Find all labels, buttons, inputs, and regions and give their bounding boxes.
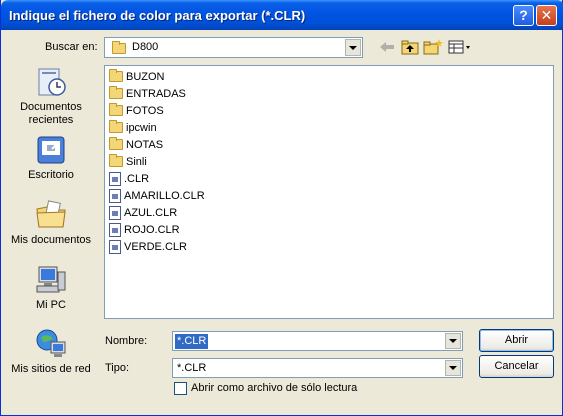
up-folder-icon[interactable] bbox=[400, 38, 420, 56]
folder-icon bbox=[109, 137, 123, 150]
help-button[interactable]: ? bbox=[513, 5, 534, 26]
list-item-label: BUZON bbox=[126, 70, 165, 83]
place-label: Mis documentos bbox=[10, 234, 92, 246]
list-item-label: ipcwin bbox=[126, 121, 157, 134]
view-menu-icon[interactable] bbox=[447, 38, 473, 56]
back-arrow-icon[interactable] bbox=[377, 38, 397, 56]
folder-icon bbox=[109, 120, 123, 133]
desktop-icon bbox=[35, 134, 67, 166]
filename-value[interactable]: *.CLR bbox=[175, 334, 209, 349]
network-places-icon bbox=[35, 328, 67, 360]
list-item-label: AZUL.CLR bbox=[124, 206, 178, 219]
folder-icon bbox=[109, 103, 123, 116]
filetype-label: Tipo: bbox=[105, 362, 130, 374]
place-recent-documents[interactable]: Documentos recientes bbox=[6, 66, 96, 127]
folder-icon bbox=[109, 154, 123, 167]
close-button[interactable]: ✕ bbox=[536, 5, 557, 26]
folder-icon bbox=[109, 86, 123, 99]
list-item-label: Sinli bbox=[126, 155, 147, 168]
list-item-label: VERDE.CLR bbox=[124, 240, 187, 253]
list-item-label: FOTOS bbox=[126, 104, 164, 117]
filename-label: Nombre: bbox=[105, 335, 148, 347]
folder-icon bbox=[112, 41, 126, 54]
place-my-documents[interactable]: Mis documentos bbox=[6, 199, 96, 247]
list-item-file[interactable]: AMARILLO.CLR bbox=[109, 187, 205, 204]
title-bar[interactable]: Indique el fichero de color para exporta… bbox=[1, 0, 563, 30]
folder-icon bbox=[109, 69, 123, 82]
place-my-computer[interactable]: Mi PC bbox=[6, 264, 96, 312]
list-item-label: NOTAS bbox=[126, 138, 164, 151]
cancel-button[interactable]: Cancelar bbox=[479, 355, 554, 378]
place-label: recientes bbox=[28, 114, 74, 126]
list-item-file[interactable]: .CLR bbox=[109, 170, 149, 187]
lookin-label: Buscar en: bbox=[45, 41, 98, 53]
list-item-file[interactable]: ROJO.CLR bbox=[109, 221, 180, 238]
chevron-down-icon[interactable] bbox=[345, 39, 361, 56]
list-item-folder[interactable]: Sinli bbox=[109, 153, 147, 170]
my-documents-icon bbox=[35, 199, 67, 231]
open-button[interactable]: Abrir bbox=[479, 329, 554, 352]
place-label: Documentos bbox=[20, 101, 82, 113]
list-item-file[interactable]: VERDE.CLR bbox=[109, 238, 187, 255]
my-computer-icon bbox=[35, 264, 67, 296]
clr-file-icon bbox=[109, 222, 121, 237]
chevron-down-icon[interactable] bbox=[445, 360, 461, 376]
lookin-value: D800 bbox=[132, 41, 159, 53]
clr-file-icon bbox=[109, 188, 121, 203]
file-dialog-window: Indique el fichero de color para exporta… bbox=[0, 0, 563, 416]
list-item-folder[interactable]: NOTAS bbox=[109, 136, 163, 153]
place-desktop[interactable]: Escritorio bbox=[6, 134, 96, 182]
readonly-checkbox[interactable] bbox=[174, 382, 187, 395]
new-folder-icon[interactable] bbox=[423, 38, 443, 56]
list-item-file[interactable]: AZUL.CLR bbox=[109, 204, 177, 221]
list-item-label: AMARILLO.CLR bbox=[124, 189, 205, 202]
filetype-value: *.CLR bbox=[177, 362, 207, 374]
clr-file-icon bbox=[109, 171, 121, 186]
list-item-folder[interactable]: ipcwin bbox=[109, 119, 157, 136]
clr-file-icon bbox=[109, 239, 121, 254]
recent-documents-icon bbox=[35, 66, 67, 98]
clr-file-icon bbox=[109, 205, 121, 220]
list-item-folder[interactable]: ENTRADAS bbox=[109, 85, 186, 102]
list-item-label: ENTRADAS bbox=[126, 87, 186, 100]
list-item-label: .CLR bbox=[124, 172, 150, 185]
list-item-folder[interactable]: FOTOS bbox=[109, 102, 164, 119]
file-list[interactable]: BUZON ENTRADAS FOTOS ipcwin NOTAS Sinli … bbox=[104, 65, 554, 319]
place-network[interactable]: Mis sitios de red bbox=[6, 328, 96, 376]
window-title: Indique el fichero de color para exporta… bbox=[9, 8, 306, 23]
filetype-dropdown[interactable]: *.CLR bbox=[172, 358, 463, 378]
place-label: Mis sitios de red bbox=[11, 363, 91, 375]
place-label: Mi PC bbox=[36, 299, 66, 311]
chevron-down-icon[interactable] bbox=[445, 333, 461, 349]
list-item-folder[interactable]: BUZON bbox=[109, 68, 165, 85]
filename-input[interactable]: *.CLR bbox=[172, 331, 463, 351]
list-item-label: ROJO.CLR bbox=[124, 223, 180, 236]
place-label: Escritorio bbox=[28, 169, 74, 181]
lookin-dropdown[interactable]: D800 bbox=[104, 37, 363, 58]
readonly-label[interactable]: Abrir como archivo de sólo lectura bbox=[191, 382, 357, 394]
